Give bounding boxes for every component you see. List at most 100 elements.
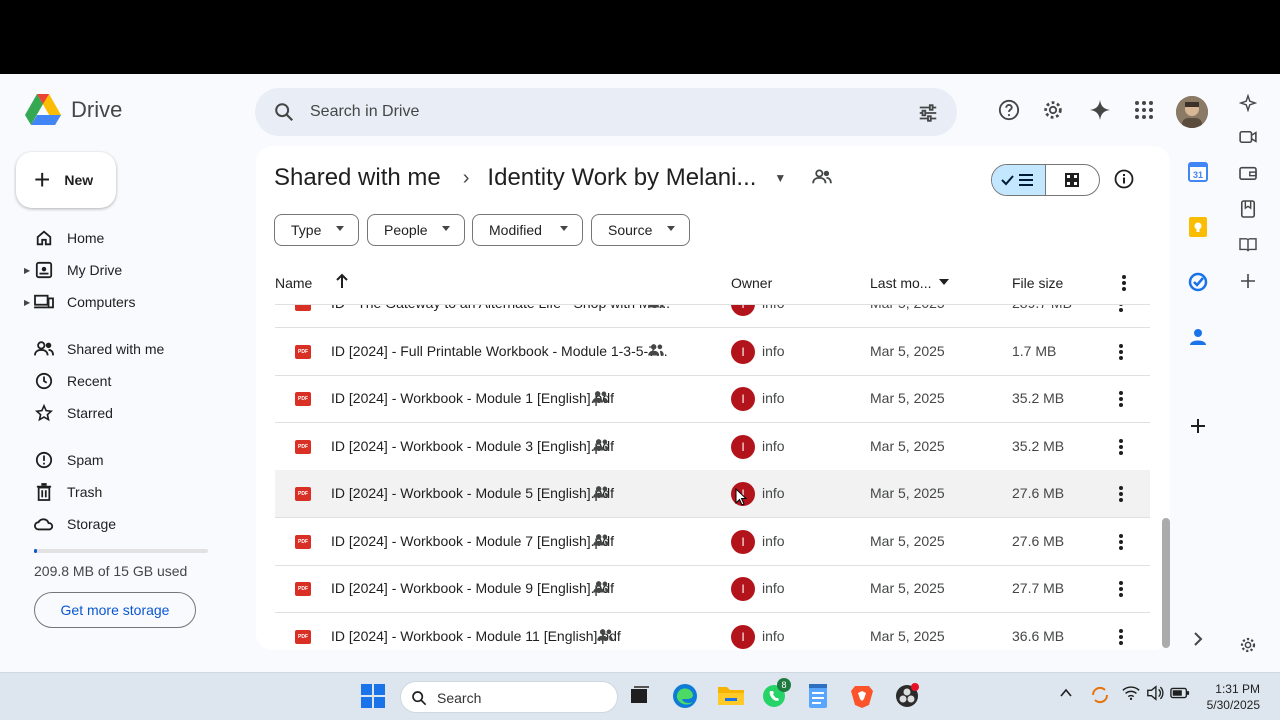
apps-grid-icon[interactable] <box>1132 98 1156 122</box>
table-row[interactable]: PDF ID [2024] - Workbook - Module 11 [Eng… <box>275 613 1150 651</box>
more-actions-icon[interactable] <box>1118 342 1130 362</box>
add-sidebar-icon[interactable] <box>1237 270 1259 292</box>
file-size: 27.6 MB <box>1012 532 1065 549</box>
more-actions-icon[interactable] <box>1118 437 1130 457</box>
edge-browser-icon[interactable] <box>672 683 700 711</box>
brave-browser-icon[interactable] <box>849 683 877 711</box>
dropdown-arrow-icon <box>442 226 450 231</box>
vertical-scrollbar[interactable] <box>1162 518 1170 648</box>
bookmark-icon[interactable] <box>1237 198 1259 220</box>
breadcrumb-root[interactable]: Shared with me <box>274 164 441 192</box>
file-explorer-icon[interactable] <box>717 683 745 711</box>
file-name[interactable]: ID - The Gateway to an Alternate Life - … <box>331 305 670 311</box>
drive-logo[interactable]: Drive <box>25 94 122 126</box>
keep-notes-icon[interactable] <box>1187 216 1209 238</box>
folder-menu-dropdown-icon[interactable]: ▼ <box>774 171 786 185</box>
file-name[interactable]: ID [2024] - Workbook - Module 7 [English… <box>331 533 614 549</box>
table-row[interactable]: PDF ID [2024] - Full Printable Workbook -… <box>275 328 1150 376</box>
file-name[interactable]: ID [2024] - Workbook - Module 5 [English… <box>331 485 614 501</box>
last-modified: Mar 5, 2025 <box>870 342 945 359</box>
whatsapp-icon[interactable]: 8 <box>761 678 791 711</box>
expand-side-panel-chevron-icon[interactable] <box>1187 628 1209 650</box>
pdf-file-icon: PDF <box>295 629 311 644</box>
new-button[interactable]: + New <box>16 152 116 208</box>
shared-folder-people-icon[interactable] <box>812 164 833 192</box>
column-header-last-modified[interactable]: Last mo... <box>870 275 931 291</box>
help-icon[interactable] <box>997 98 1021 122</box>
details-info-icon[interactable] <box>1114 169 1134 194</box>
reading-list-icon[interactable] <box>1237 234 1259 256</box>
notepad-icon[interactable] <box>806 683 834 711</box>
file-name[interactable]: ID [2024] - Workbook - Module 1 [English… <box>331 390 614 406</box>
gemini-sparkle-icon[interactable] <box>1088 98 1112 122</box>
column-header-name[interactable]: Name <box>275 275 312 291</box>
get-more-storage-button[interactable]: Get more storage <box>34 592 196 628</box>
pdf-file-icon: PDF <box>295 392 311 406</box>
owner-name: info <box>762 305 785 311</box>
tasks-icon[interactable] <box>1187 271 1209 293</box>
table-row[interactable]: PDF ID [2024] - Workbook - Module 5 [Engl… <box>275 470 1150 518</box>
filter-modified-chip[interactable]: Modified <box>472 214 583 246</box>
column-options-more-icon[interactable] <box>1121 273 1127 296</box>
shared-people-icon <box>591 390 609 407</box>
column-header-owner[interactable]: Owner <box>731 275 772 291</box>
search-input[interactable]: Search in Drive <box>310 103 419 121</box>
table-row[interactable]: PDF ID [2024] - Workbook - Module 3 [Engl… <box>275 423 1150 471</box>
pin-sparkle-icon[interactable] <box>1237 92 1259 114</box>
last-modified: Mar 5, 2025 <box>870 532 945 549</box>
search-options-icon[interactable] <box>917 102 939 124</box>
column-sort-dropdown-icon[interactable] <box>939 279 949 285</box>
breadcrumb-current-folder[interactable]: Identity Work by Melani... <box>487 164 756 192</box>
obs-studio-icon[interactable] <box>894 683 922 711</box>
calendar-icon[interactable]: 31 <box>1187 161 1209 183</box>
taskbar-clock[interactable]: 1:31 PM 5/30/2025 <box>1207 681 1260 713</box>
table-row[interactable]: PDF ID - The Gateway to an Alternate Life… <box>275 305 1150 328</box>
owner-avatar: I <box>731 529 755 554</box>
table-row[interactable]: PDF ID [2024] - Workbook - Module 1 [Engl… <box>275 375 1150 423</box>
owner-name: info <box>762 342 785 359</box>
file-name[interactable]: ID [2024] - Workbook - Module 9 [English… <box>331 580 614 596</box>
file-name[interactable]: ID [2024] - Workbook - Module 3 [English… <box>331 438 614 454</box>
settings-gear-icon[interactable] <box>1041 98 1065 122</box>
meet-camera-icon[interactable] <box>1237 126 1259 148</box>
more-actions-icon[interactable] <box>1118 389 1130 409</box>
right-side-panel: 31 <box>1180 74 1280 672</box>
table-row[interactable]: PDF ID [2024] - Workbook - Module 7 [Engl… <box>275 518 1150 566</box>
owner-name: info <box>762 390 785 406</box>
svg-text:31: 31 <box>1193 170 1203 180</box>
battery-charging-icon[interactable] <box>1170 685 1198 713</box>
expand-caret-icon[interactable]: ▶ <box>24 298 30 307</box>
filter-type-chip[interactable]: Type <box>274 214 359 246</box>
grid-view-button[interactable] <box>1046 165 1100 195</box>
wallet-icon[interactable] <box>1237 162 1259 184</box>
star-icon <box>34 403 54 423</box>
search-icon[interactable] <box>273 101 295 123</box>
list-view-button[interactable] <box>992 165 1046 195</box>
filter-source-chip[interactable]: Source <box>591 214 690 246</box>
check-list-icon <box>1001 174 1034 186</box>
more-actions-icon[interactable] <box>1118 532 1130 552</box>
expand-caret-icon[interactable]: ▶ <box>24 266 30 275</box>
more-actions-icon[interactable] <box>1118 484 1130 504</box>
owner-avatar: I <box>731 387 755 411</box>
more-actions-icon[interactable] <box>1118 305 1130 314</box>
shared-people-icon <box>592 438 610 455</box>
get-add-ons-plus-icon[interactable] <box>1187 415 1209 437</box>
taskbar-search-box[interactable]: Search <box>400 681 618 713</box>
customize-gear-icon[interactable] <box>1237 634 1259 656</box>
sort-ascending-arrow-icon[interactable] <box>335 273 349 292</box>
file-name[interactable]: ID [2024] - Full Printable Workbook - Mo… <box>331 343 668 359</box>
sync-icon[interactable] <box>1090 685 1118 713</box>
more-actions-icon[interactable] <box>1118 579 1130 599</box>
task-view-icon[interactable] <box>628 683 656 711</box>
search-bar[interactable]: Search in Drive <box>255 88 957 136</box>
more-actions-icon[interactable] <box>1118 627 1130 647</box>
show-hidden-icons-chevron-icon[interactable] <box>1058 685 1086 713</box>
storage-usage-fill <box>34 549 38 553</box>
column-header-file-size[interactable]: File size <box>1012 275 1063 291</box>
table-row[interactable]: PDF ID [2024] - Workbook - Module 9 [Engl… <box>275 565 1150 613</box>
contacts-icon[interactable] <box>1187 326 1209 348</box>
filter-people-chip[interactable]: People <box>367 214 465 246</box>
file-name[interactable]: ID [2024] - Workbook - Module 11 [Englis… <box>331 628 621 644</box>
windows-start-icon[interactable] <box>360 683 388 711</box>
